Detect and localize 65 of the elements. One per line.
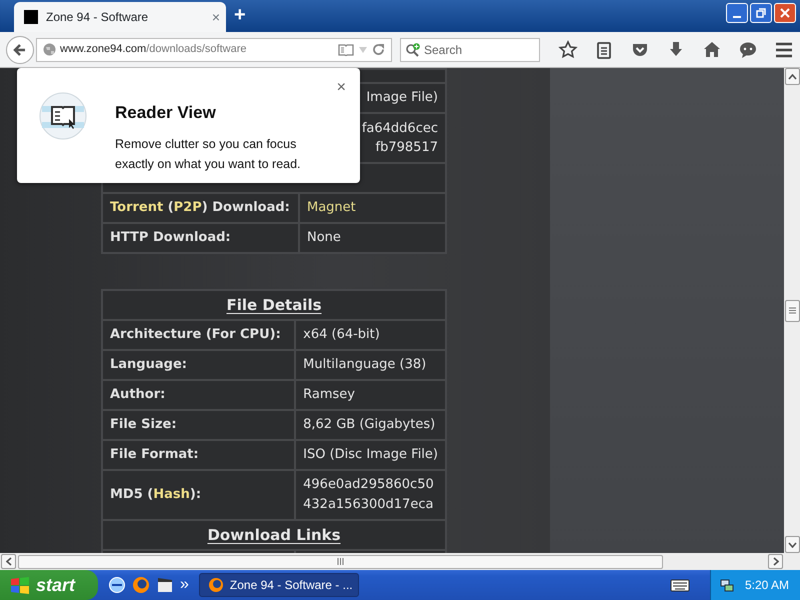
scrollbar-thumb[interactable] <box>18 554 663 568</box>
table-cell: None <box>299 223 446 253</box>
browser-tab[interactable]: Zone 94 - Software × <box>14 2 226 32</box>
minimize-icon <box>733 16 741 18</box>
popup-title: Reader View <box>115 102 217 124</box>
grip-icon <box>337 558 344 565</box>
section-heading: Download Links <box>207 526 341 544</box>
clapperboard-icon[interactable] <box>156 576 174 594</box>
section-heading: File Details <box>226 296 322 314</box>
row-label: Author: <box>102 380 296 410</box>
row-label: File Size: <box>102 410 296 440</box>
scroll-left-button[interactable] <box>1 554 16 569</box>
firefox-icon <box>208 577 224 593</box>
more-button[interactable]: » <box>180 573 189 597</box>
clock-text: 5:20 AM <box>745 577 790 594</box>
back-arrow-icon <box>13 42 27 56</box>
row-label: MD5 (Hash): <box>102 470 296 520</box>
home-icon[interactable] <box>702 40 722 60</box>
start-button[interactable]: start <box>0 570 98 600</box>
taskbar-window-button[interactable]: Zone 94 - Software - ... <box>198 573 359 597</box>
table-cell: 496e0ad295860c50 432a156300d17eca <box>295 470 446 520</box>
close-window-button[interactable] <box>774 3 796 23</box>
network-icon[interactable] <box>719 577 735 593</box>
row-label: HTTP Download: <box>102 223 299 253</box>
keyboard-icon[interactable] <box>670 578 690 592</box>
search-field[interactable]: Search <box>424 40 524 58</box>
chat-icon[interactable] <box>738 40 758 60</box>
search-box[interactable]: Search <box>400 38 540 62</box>
row-label: Language: <box>102 350 296 380</box>
tab-close-button[interactable]: × <box>212 6 220 28</box>
minimize-button[interactable] <box>726 3 748 23</box>
table-cell: 8,62 GB (Gigabytes) <box>295 410 446 440</box>
magnet-link[interactable]: Magnet <box>299 193 446 223</box>
close-icon <box>780 8 790 18</box>
table-cell: Multilanguage (38) <box>295 350 446 380</box>
address-bar[interactable]: www.zone94.com/downloads/software <box>36 38 392 62</box>
restore-icon <box>756 8 766 18</box>
bookmark-star-icon[interactable] <box>558 40 578 60</box>
back-button[interactable] <box>6 36 34 64</box>
scrollbar-thumb[interactable] <box>784 300 800 322</box>
new-tab-button[interactable]: + <box>234 4 246 26</box>
tab-title: Zone 94 - Software <box>46 9 150 26</box>
table-cell: x64 (64-bit) <box>295 320 446 350</box>
globe-icon <box>43 43 56 56</box>
scroll-right-button[interactable] <box>768 554 783 569</box>
row-label: File Format: <box>102 440 296 470</box>
table-cell: Ramsey <box>295 380 446 410</box>
grip-icon <box>788 307 796 314</box>
url-text: www.zone94.com/downloads/software <box>60 42 248 58</box>
reader-view-icon[interactable] <box>338 44 354 56</box>
windows-logo-icon <box>10 576 30 594</box>
favicon-icon <box>24 10 38 24</box>
scroll-down-button[interactable] <box>784 536 800 553</box>
restore-button[interactable] <box>750 3 772 23</box>
row-label: Architecture (For CPU): <box>102 320 296 350</box>
reload-icon[interactable] <box>372 43 385 56</box>
firefox-icon[interactable] <box>132 576 150 594</box>
search-icon <box>406 42 421 56</box>
scroll-up-button[interactable] <box>784 68 800 85</box>
reader-view-icon <box>39 92 87 140</box>
table-cell: ISO (Disc Image File) <box>295 440 446 470</box>
popup-text: Remove clutter so you can focus exactly on what you want to read. <box>115 136 302 173</box>
browser-icon[interactable] <box>108 576 126 594</box>
reading-list-icon[interactable] <box>594 40 614 60</box>
row-label: Torrent (P2P) Download: <box>102 193 299 223</box>
